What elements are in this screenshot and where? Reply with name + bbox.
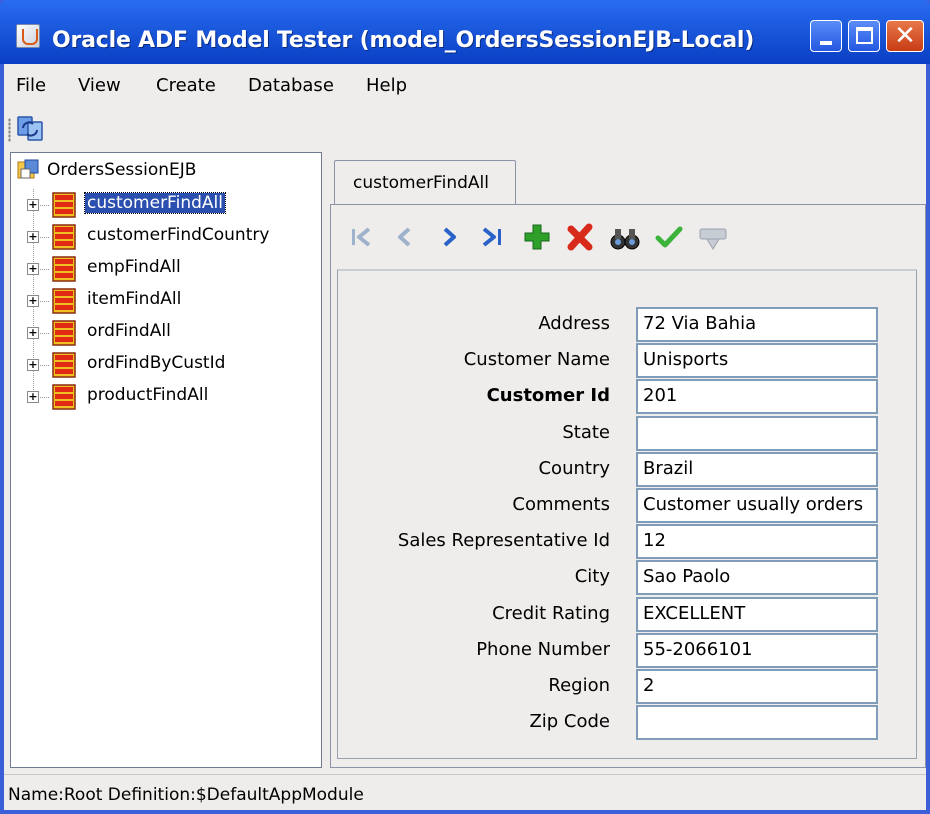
- rollback-icon[interactable]: [697, 221, 729, 253]
- record-nav-toolbar: [345, 217, 845, 257]
- field-label: Sales Representative Id: [397, 530, 610, 552]
- field-label: Zip Code: [529, 711, 610, 733]
- tree-item-label: productFindAll: [87, 385, 209, 405]
- tab-area: customerFindAll Address 72 Via Bahia Cus…: [330, 152, 926, 768]
- view-object-icon: [52, 224, 76, 250]
- title-bar[interactable]: Oracle ADF Model Tester (model_OrdersSes…: [0, 0, 930, 64]
- view-object-icon: [52, 320, 76, 346]
- tree-connector: [40, 205, 50, 206]
- tree-connector: [40, 397, 50, 398]
- field-label: Address: [538, 313, 610, 334]
- tree-item-label: ordFindAll: [87, 321, 171, 341]
- view-object-icon: [52, 384, 76, 410]
- java-app-icon: [16, 24, 40, 48]
- previous-record-icon[interactable]: [389, 221, 421, 253]
- expand-icon[interactable]: +: [27, 391, 39, 403]
- tree-panel: OrdersSessionEJB + customerFindAll + custom…: [10, 152, 322, 768]
- tab-body: Address 72 Via Bahia Customer Name Unisport…: [330, 204, 926, 768]
- client-area: File View Create Database Help OrdersSes…: [4, 64, 926, 810]
- insert-record-icon[interactable]: [521, 221, 553, 253]
- tree-connector: [40, 237, 50, 238]
- tree-connector: [40, 301, 50, 302]
- first-record-icon[interactable]: [345, 221, 377, 253]
- close-button[interactable]: ✕: [886, 20, 924, 52]
- tree-item[interactable]: + productFindAll: [11, 381, 311, 413]
- window-title: Oracle ADF Model Tester (model_OrdersSes…: [52, 28, 755, 53]
- close-icon: ✕: [894, 21, 916, 51]
- menu-help[interactable]: Help: [366, 75, 407, 96]
- maximize-icon: [856, 27, 873, 44]
- tree-item-label: itemFindAll: [87, 289, 182, 309]
- tree-item-label: customerFindCountry: [87, 225, 270, 245]
- field-input[interactable]: 72 Via Bahia: [636, 307, 878, 342]
- menu-database[interactable]: Database: [248, 75, 334, 96]
- menu-bar: File View Create Database Help: [4, 64, 926, 106]
- field-label: State: [562, 421, 610, 443]
- tree-item[interactable]: + ordFindByCustId: [11, 349, 311, 381]
- minimize-icon: [820, 41, 832, 45]
- menu-view[interactable]: View: [78, 75, 121, 96]
- expand-icon[interactable]: +: [27, 359, 39, 371]
- field-label: Customer Name: [463, 349, 610, 371]
- tree-item[interactable]: + empFindAll: [11, 253, 311, 285]
- field-label: Region: [548, 675, 610, 696]
- field-input[interactable]: 12: [636, 524, 878, 560]
- field-input[interactable]: [636, 705, 878, 741]
- view-object-icon: [52, 352, 76, 378]
- tab-customerfindall[interactable]: customerFindAll: [334, 160, 516, 204]
- maximize-button[interactable]: [848, 20, 880, 52]
- tree-connector: [40, 269, 50, 270]
- field-input[interactable]: Customer usually orders: [636, 488, 878, 523]
- minimize-button[interactable]: [810, 20, 842, 52]
- status-bar: Name:Root Definition:$DefaultAppModule: [4, 774, 926, 810]
- commit-icon[interactable]: [653, 221, 685, 253]
- field-input[interactable]: 2: [636, 669, 878, 704]
- expand-icon[interactable]: +: [27, 263, 39, 275]
- tree-item-label: customerFindAll: [84, 192, 226, 214]
- view-object-icon: [52, 288, 76, 314]
- app-module-icon: [17, 159, 39, 179]
- expand-icon[interactable]: +: [27, 231, 39, 243]
- view-object-icon: [52, 192, 76, 218]
- tree-connector: [40, 365, 50, 366]
- field-label: Comments: [512, 494, 610, 515]
- last-record-icon[interactable]: [477, 221, 509, 253]
- toolbar-grip[interactable]: [8, 118, 11, 142]
- refresh-icon[interactable]: [16, 114, 44, 142]
- field-input[interactable]: Sao Paolo: [636, 560, 878, 596]
- tree-item-label: ordFindByCustId: [87, 353, 226, 373]
- tree-root-label: OrdersSessionEJB: [47, 160, 197, 180]
- application-window: Oracle ADF Model Tester (model_OrdersSes…: [0, 0, 930, 814]
- menu-file[interactable]: File: [16, 75, 46, 96]
- tree-item[interactable]: + customerFindAll: [11, 189, 311, 221]
- next-record-icon[interactable]: [433, 221, 465, 253]
- tree-item[interactable]: + ordFindAll: [11, 317, 311, 349]
- toolbar: [4, 108, 926, 148]
- view-object-icon: [52, 256, 76, 282]
- field-input[interactable]: Brazil: [636, 451, 878, 487]
- field-input[interactable]: EXCELLENT: [636, 596, 878, 632]
- field-label: City: [574, 566, 610, 588]
- record-form: Address 72 Via Bahia Customer Name Unisport…: [337, 269, 917, 759]
- field-label: Country: [538, 457, 610, 479]
- tree-item[interactable]: + itemFindAll: [11, 285, 311, 317]
- tree-connector: [40, 333, 50, 334]
- field-input[interactable]: [636, 415, 878, 451]
- field-label: Phone Number: [476, 638, 610, 660]
- expand-icon[interactable]: +: [27, 327, 39, 339]
- field-input[interactable]: 201: [636, 379, 878, 415]
- field-label: Credit Rating: [492, 602, 610, 624]
- field-input[interactable]: 55-2066101: [636, 632, 878, 668]
- menu-create[interactable]: Create: [156, 75, 216, 96]
- expand-icon[interactable]: +: [27, 295, 39, 307]
- tab-label: customerFindAll: [353, 173, 489, 193]
- expand-icon[interactable]: +: [27, 199, 39, 211]
- field-input[interactable]: Unisports: [636, 343, 878, 379]
- tree-item-label: empFindAll: [87, 257, 181, 277]
- delete-record-icon[interactable]: [565, 221, 597, 253]
- field-label: Customer Id: [486, 385, 610, 407]
- status-text: Name:Root Definition:$DefaultAppModule: [8, 785, 364, 805]
- find-icon[interactable]: [609, 221, 641, 253]
- tree-item[interactable]: + customerFindCountry: [11, 221, 311, 253]
